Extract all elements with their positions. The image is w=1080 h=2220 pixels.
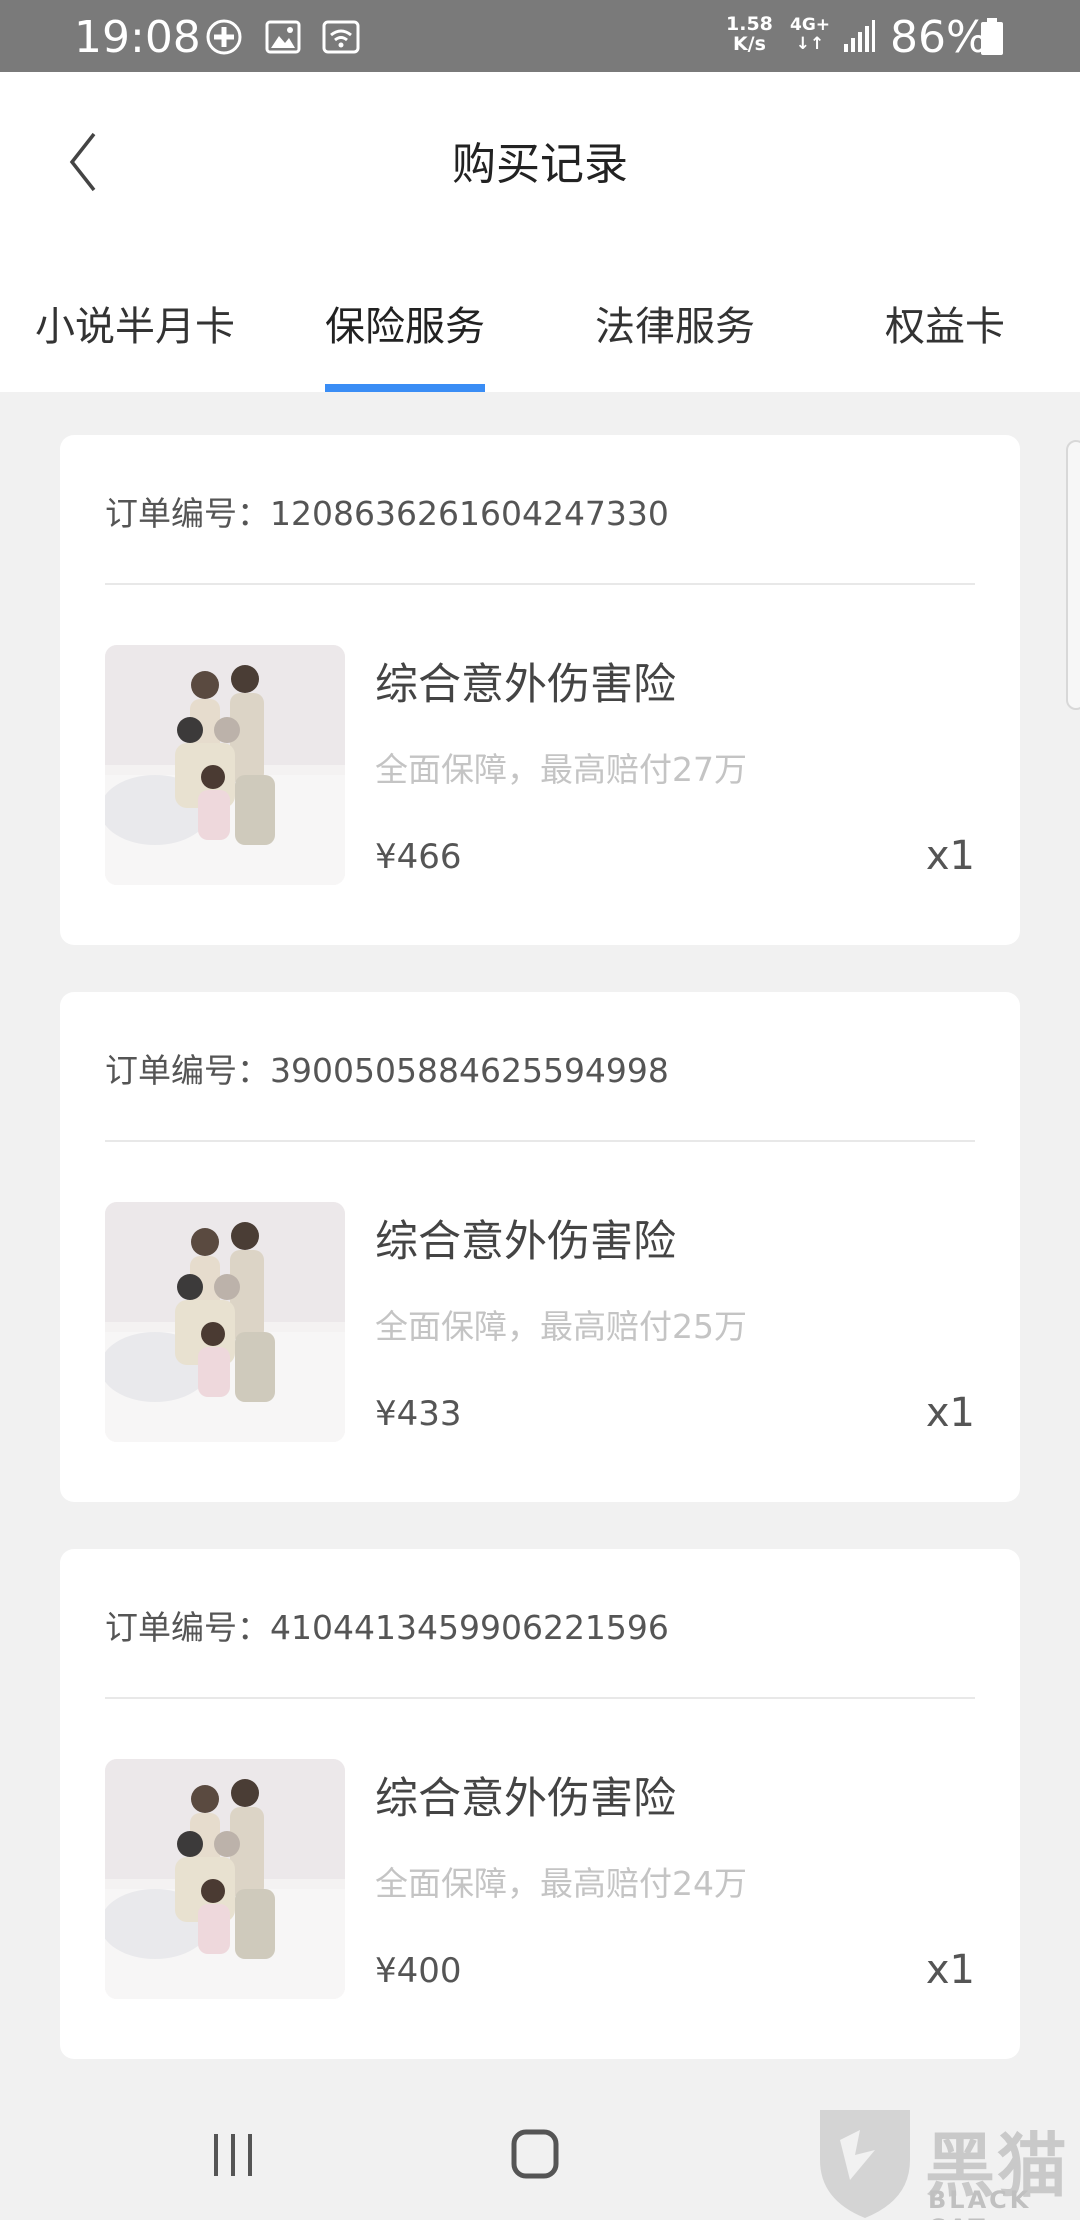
family-photo-image — [105, 1759, 345, 1999]
tab-legal[interactable]: 法律服务 — [585, 282, 765, 392]
product-quantity: x1 — [925, 1390, 975, 1436]
status-time: 19:08 — [74, 12, 201, 63]
watermark-subtext: BLACK CAT — [928, 2186, 1032, 2220]
image-icon — [265, 20, 301, 54]
product-image — [105, 1759, 345, 1999]
tab-label: 小说半月卡 — [35, 304, 235, 350]
add-circle-icon — [206, 19, 242, 55]
page-title: 购买记录 — [452, 139, 628, 190]
order-list: 订单编号：1208636261604247330 综合意外伤害险 全面保障，最高… — [60, 435, 1020, 2106]
order-card[interactable]: 订单编号：3900505884625594998 综合意外伤害险 全面保障，最高… — [60, 992, 1020, 1502]
divider — [105, 1140, 975, 1142]
cat-shield-logo-icon — [820, 2110, 910, 2218]
watermark: 黑猫 BLACK CAT — [810, 2100, 1080, 2220]
signal-icon — [844, 20, 875, 52]
speed-value: 1.58 — [726, 13, 773, 35]
tab-label: 保险服务 — [325, 304, 485, 350]
active-tab-indicator — [325, 384, 485, 392]
order-number: 订单编号：3900505884625594998 — [105, 1051, 669, 1090]
order-number: 订单编号：4104413459906221596 — [105, 1608, 669, 1647]
order-card[interactable]: 订单编号：1208636261604247330 综合意外伤害险 全面保障，最高… — [60, 435, 1020, 945]
category-tabs: 小说半月卡 保险服务 法律服务 权益卡 — [0, 282, 1080, 392]
status-bar: 19:08 1.58 K/s 4G+ ↓↑ 86% — [0, 0, 1080, 72]
network-type: 4G+ ↓↑ — [790, 16, 830, 54]
tab-benefit-card[interactable]: 权益卡 — [870, 282, 1020, 392]
product-name: 综合意外伤害险 — [375, 1774, 676, 1824]
tab-novel-card[interactable]: 小说半月卡 — [20, 282, 250, 392]
product-quantity: x1 — [925, 1947, 975, 1993]
product-description: 全面保障，最高赔付25万 — [375, 1307, 747, 1346]
product-image — [105, 645, 345, 885]
header: 购买记录 小说半月卡 保险服务 法律服务 权益卡 — [0, 72, 1080, 392]
data-arrows-icon: ↓↑ — [795, 34, 825, 54]
tab-label: 法律服务 — [595, 304, 755, 350]
network-label: 4G+ — [790, 15, 831, 35]
purchase-records-screen: 19:08 1.58 K/s 4G+ ↓↑ 86% 购买记录 小说半月卡 保险服… — [0, 0, 1080, 2220]
family-photo-image — [105, 1202, 345, 1442]
speed-unit: K/s — [732, 33, 766, 55]
network-speed: 1.58 K/s — [726, 14, 773, 54]
product-price: ¥466 — [375, 837, 462, 877]
battery-icon — [981, 18, 1003, 55]
product-description: 全面保障，最高赔付24万 — [375, 1864, 747, 1903]
order-card[interactable]: 订单编号：4104413459906221596 综合意外伤害险 全面保障，最高… — [60, 1549, 1020, 2059]
product-image — [105, 1202, 345, 1442]
divider — [105, 1697, 975, 1699]
product-name: 综合意外伤害险 — [375, 660, 676, 710]
family-photo-image — [105, 645, 345, 885]
product-price: ¥433 — [375, 1394, 462, 1434]
wifi-icon — [322, 20, 360, 54]
recent-apps-icon[interactable] — [210, 2130, 256, 2180]
home-icon[interactable] — [510, 2128, 560, 2180]
order-number: 订单编号：1208636261604247330 — [105, 494, 669, 533]
product-price: ¥400 — [375, 1951, 462, 1991]
product-description: 全面保障，最高赔付27万 — [375, 750, 747, 789]
divider — [105, 583, 975, 585]
battery-percent: 86% — [890, 12, 988, 63]
product-quantity: x1 — [925, 833, 975, 879]
tab-label: 权益卡 — [885, 304, 1005, 350]
scroll-edge-handle[interactable] — [1066, 440, 1080, 710]
product-name: 综合意外伤害险 — [375, 1217, 676, 1267]
tab-insurance[interactable]: 保险服务 — [315, 282, 495, 392]
